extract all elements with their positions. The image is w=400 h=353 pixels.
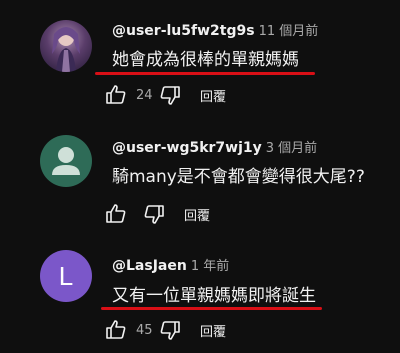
comment-author[interactable]: @user-lu5fw2tg9s 11 個月前 [112,20,318,39]
comment-text: 又有一位單親媽媽即將誕生 [112,286,316,306]
reply-button[interactable]: 回覆 [200,86,226,105]
avatar-artwork-icon [52,27,80,72]
author-handle[interactable]: @LasJaen [112,258,187,274]
comment-actions: 24 回覆 [104,82,226,108]
comment-timestamp[interactable]: 3 個月前 [266,141,317,156]
thumbs-down-icon[interactable] [158,83,182,107]
red-underline [95,72,315,75]
author-handle[interactable]: @user-wg5kr7wj1y [112,140,262,156]
comment-timestamp[interactable]: 11 個月前 [259,24,319,39]
red-underline [101,307,322,310]
comment-text: 她會成為很棒的單親媽媽 [112,50,299,70]
comment-author[interactable]: @user-wg5kr7wj1y 3 個月前 [112,137,317,156]
thumbs-down-icon[interactable] [158,318,182,342]
reply-button[interactable]: 回覆 [184,205,210,224]
avatar[interactable] [40,20,92,72]
reply-button[interactable]: 回覆 [200,321,226,340]
avatar[interactable]: L [40,250,92,302]
like-count: 24 [136,87,153,103]
thumbs-up-icon[interactable] [104,318,128,342]
thumbs-down-icon[interactable] [142,202,166,226]
author-handle[interactable]: @user-lu5fw2tg9s [112,23,255,39]
comment-timestamp[interactable]: 1 年前 [191,259,229,274]
comment-actions: 45 回覆 [104,317,226,343]
thumbs-up-icon[interactable] [104,83,128,107]
default-user-icon [52,147,80,175]
avatar-letter: L [58,260,74,291]
comment-actions: 回覆 [104,201,210,227]
comment-text: 騎many是不會都會變得很大尾?? [112,167,365,187]
comment-author[interactable]: @LasJaen 1 年前 [112,255,229,274]
avatar[interactable] [40,135,92,187]
thumbs-up-icon[interactable] [104,202,128,226]
like-count: 45 [136,322,153,338]
